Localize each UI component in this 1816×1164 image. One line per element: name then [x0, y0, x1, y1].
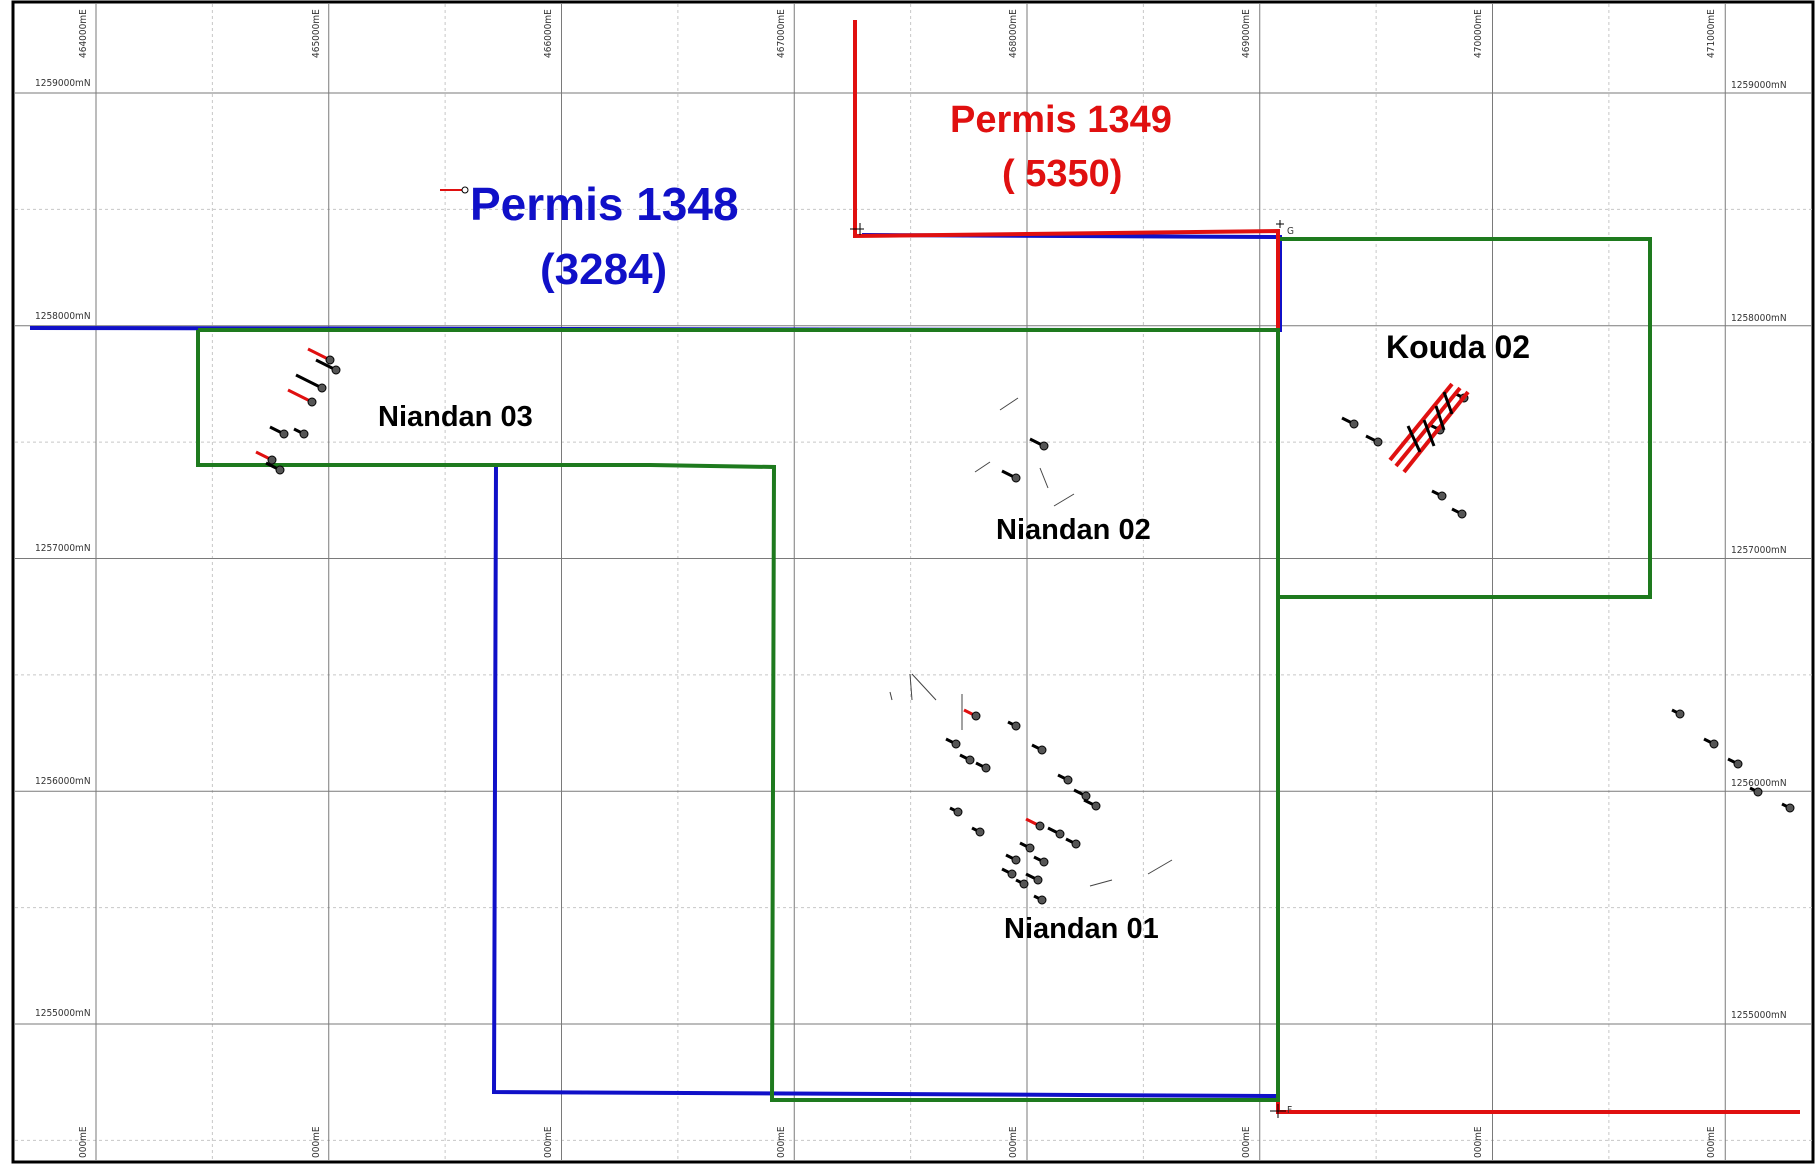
permis-1348-name: Permis 1348 [470, 178, 739, 230]
easting-label: 464000mE [78, 9, 89, 58]
prospect-label-kouda-02: Kouda 02 [1386, 329, 1530, 365]
easting-label: 000mE [78, 1126, 89, 1158]
corner-marker-label: F [1287, 1105, 1292, 1116]
northing-label: 1255000mN [35, 1008, 91, 1019]
easting-label: 466000mE [543, 9, 554, 58]
northing-label: 1257000mN [35, 543, 91, 554]
easting-label: 000mE [1706, 1126, 1717, 1158]
northing-label: 1256000mN [1731, 778, 1787, 789]
corner-marker-label: G [1287, 226, 1294, 237]
prospect-label-niandan-03: Niandan 03 [378, 401, 533, 433]
northing-label: 1255000mN [1731, 1010, 1787, 1021]
northing-label: 1256000mN [35, 776, 91, 787]
easting-label: 467000mE [776, 9, 787, 58]
map-frame [11, 0, 1815, 1164]
easting-label: 469000mE [1241, 9, 1252, 58]
easting-label: 000mE [543, 1126, 554, 1158]
easting-label: 470000mE [1473, 9, 1484, 58]
easting-label: 000mE [1241, 1126, 1252, 1158]
prospect-label-niandan-01: Niandan 01 [1004, 913, 1159, 945]
easting-label: 465000mE [311, 9, 322, 58]
prospect-label-niandan-02: Niandan 02 [996, 514, 1151, 546]
easting-label: 468000mE [1008, 9, 1019, 58]
easting-label: 000mE [311, 1126, 322, 1158]
easting-label: 471000mE [1706, 9, 1717, 58]
easting-label: 000mE [776, 1126, 787, 1158]
northing-label: 1258000mN [35, 311, 91, 322]
map-canvas: 464000mE 465000mE 466000mE 467000mE 4680… [11, 0, 1815, 1164]
permis-1348-number: (3284) [540, 245, 667, 294]
northing-label: 1257000mN [1731, 545, 1787, 556]
permis-1349-number: ( 5350) [1002, 153, 1122, 195]
easting-label: 000mE [1473, 1126, 1484, 1158]
northing-label: 1259000mN [1731, 80, 1787, 91]
permis-1349-name: Permis 1349 [950, 99, 1172, 141]
easting-label: 000mE [1008, 1126, 1019, 1158]
northing-label: 1259000mN [35, 78, 91, 89]
northing-label: 1258000mN [1731, 313, 1787, 324]
